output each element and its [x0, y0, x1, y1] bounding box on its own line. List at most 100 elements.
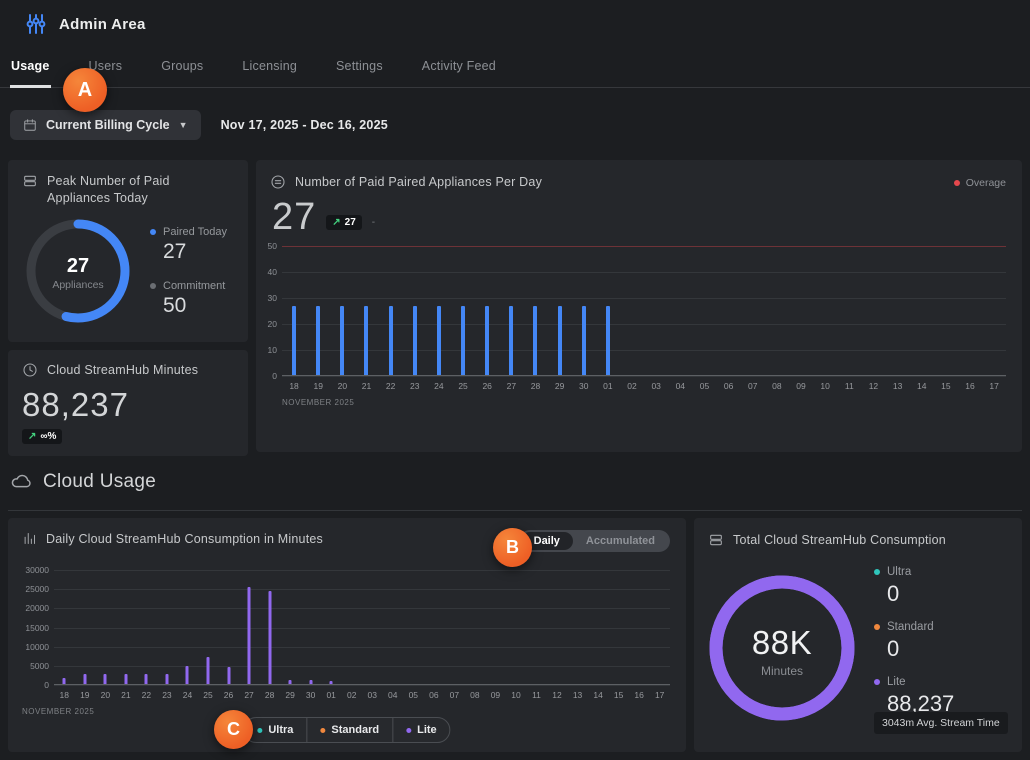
bar	[413, 306, 417, 376]
legend-standard[interactable]: Standard	[306, 718, 392, 742]
sliders-logo-icon	[24, 12, 48, 36]
tab-licensing[interactable]: Licensing	[241, 50, 298, 87]
y-tick-label: 10	[268, 345, 277, 355]
x-tick-label: 13	[886, 381, 910, 391]
x-tick-label: 22	[379, 381, 403, 391]
x-tick-label: 28	[259, 690, 280, 700]
month-label: NOVEMBER 2025	[282, 398, 354, 407]
x-tick-label: 18	[282, 381, 306, 391]
x-tick-label: 29	[548, 381, 572, 391]
x-tick-label: 03	[644, 381, 668, 391]
x-tick-label: 30	[300, 690, 321, 700]
bar	[461, 306, 465, 376]
daily-accumulated-toggle: Daily Accumulated	[519, 530, 670, 552]
y-tick-label: 5000	[30, 661, 49, 671]
gridline	[54, 570, 670, 571]
standard-dot	[320, 728, 325, 733]
calendar-icon	[23, 118, 37, 132]
per-day-headline: 27 ↗ 27 -	[272, 198, 375, 236]
x-tick-label: 26	[218, 690, 239, 700]
x-tick-label: 07	[444, 690, 465, 700]
x-tick-label: 06	[717, 381, 741, 391]
appliance-icon	[22, 173, 38, 189]
month-label: NOVEMBER 2025	[22, 707, 94, 716]
x-tick-label: 14	[588, 690, 609, 700]
peak-legend: Paired Today 27 Commitment 50	[150, 226, 227, 318]
tab-activity-feed[interactable]: Activity Feed	[421, 50, 497, 87]
x-tick-label: 16	[629, 690, 650, 700]
bar	[292, 306, 296, 376]
standard-dot	[874, 624, 880, 630]
y-tick-label: 0	[44, 680, 49, 690]
commitment-value: 50	[163, 294, 227, 318]
legend-lite: Lite	[874, 676, 954, 688]
clock-icon	[22, 362, 38, 378]
x-tick-label: 08	[765, 381, 789, 391]
x-tick-label: 07	[741, 381, 765, 391]
x-tick-label: 15	[934, 381, 958, 391]
avg-stream-time-badge: 3043m Avg. Stream Time	[874, 712, 1008, 734]
legend-dot	[150, 283, 156, 289]
tab-usage[interactable]: Usage	[10, 50, 51, 88]
x-tick-label: 21	[354, 381, 378, 391]
annotation-marker-b: B	[493, 528, 532, 567]
series-legend: Ultra Standard Lite	[243, 717, 450, 743]
x-tick-label: 09	[789, 381, 813, 391]
x-axis-line	[282, 375, 1006, 376]
y-tick-label: 15000	[25, 623, 49, 633]
tab-settings[interactable]: Settings	[335, 50, 384, 87]
legend-commitment: Commitment	[150, 280, 227, 292]
legend-lite[interactable]: Lite	[392, 718, 450, 742]
per-day-trend-note: -	[372, 217, 375, 228]
total-legend: Ultra 0 Standard 0 Lite 88,237	[874, 566, 954, 731]
bar	[207, 657, 210, 685]
top-cards-row: Peak Number of Paid Appliances Today 27 …	[8, 160, 1022, 452]
billing-cycle-label: Current Billing Cycle	[46, 118, 170, 132]
total-center-value: 88K	[752, 624, 812, 662]
daily-card-title: Daily Cloud StreamHub Consumption in Min…	[46, 531, 323, 548]
bar	[558, 306, 562, 376]
gridline	[54, 589, 670, 590]
x-tick-label: 18	[54, 690, 75, 700]
bar	[606, 306, 610, 376]
x-tick-label: 20	[330, 381, 354, 391]
billing-cycle-dropdown[interactable]: Current Billing Cycle ▼	[10, 110, 201, 140]
y-tick-label: 30000	[25, 565, 49, 575]
peak-center-value: 27	[67, 255, 89, 278]
bar	[340, 306, 344, 376]
x-tick-label: 27	[239, 690, 260, 700]
toggle-accumulated[interactable]: Accumulated	[573, 532, 668, 550]
legend-ultra[interactable]: Ultra	[244, 718, 306, 742]
total-consumption-card: Total Cloud StreamHub Consumption 88K Mi…	[694, 518, 1022, 752]
bar	[389, 306, 393, 376]
peak-appliances-card: Peak Number of Paid Appliances Today 27 …	[8, 160, 248, 342]
x-tick-label: 26	[475, 381, 499, 391]
bar	[268, 591, 271, 685]
filter-row: Current Billing Cycle ▼ Nov 17, 2025 - D…	[10, 110, 388, 140]
x-labels: 1819202122232425262728293001020304050607…	[282, 381, 1006, 391]
x-axis-line	[54, 684, 670, 685]
x-tick-label: 02	[341, 690, 362, 700]
tab-groups[interactable]: Groups	[160, 50, 204, 87]
minutes-value: 88,237	[22, 386, 234, 424]
x-tick-label: 30	[572, 381, 596, 391]
bar	[509, 306, 513, 376]
x-tick-label: 23	[403, 381, 427, 391]
bar	[485, 306, 489, 376]
x-tick-label: 05	[692, 381, 716, 391]
x-tick-label: 11	[526, 690, 547, 700]
paired-per-day-card: Number of Paid Paired Appliances Per Day…	[256, 160, 1022, 452]
ultra-dot	[874, 569, 880, 575]
x-tick-label: 01	[321, 690, 342, 700]
date-range-label: Nov 17, 2025 - Dec 16, 2025	[221, 118, 388, 132]
page-title: Admin Area	[59, 16, 146, 33]
legend-standard: Standard	[874, 621, 954, 633]
x-tick-label: 17	[982, 381, 1006, 391]
peak-center-label: Appliances	[52, 279, 103, 291]
total-card-title: Total Cloud StreamHub Consumption	[733, 532, 946, 549]
per-day-card-title: Number of Paid Paired Appliances Per Day	[295, 174, 542, 191]
gridline	[282, 376, 1006, 377]
section-divider	[8, 510, 1022, 511]
x-tick-label: 16	[958, 381, 982, 391]
x-tick-label: 22	[136, 690, 157, 700]
